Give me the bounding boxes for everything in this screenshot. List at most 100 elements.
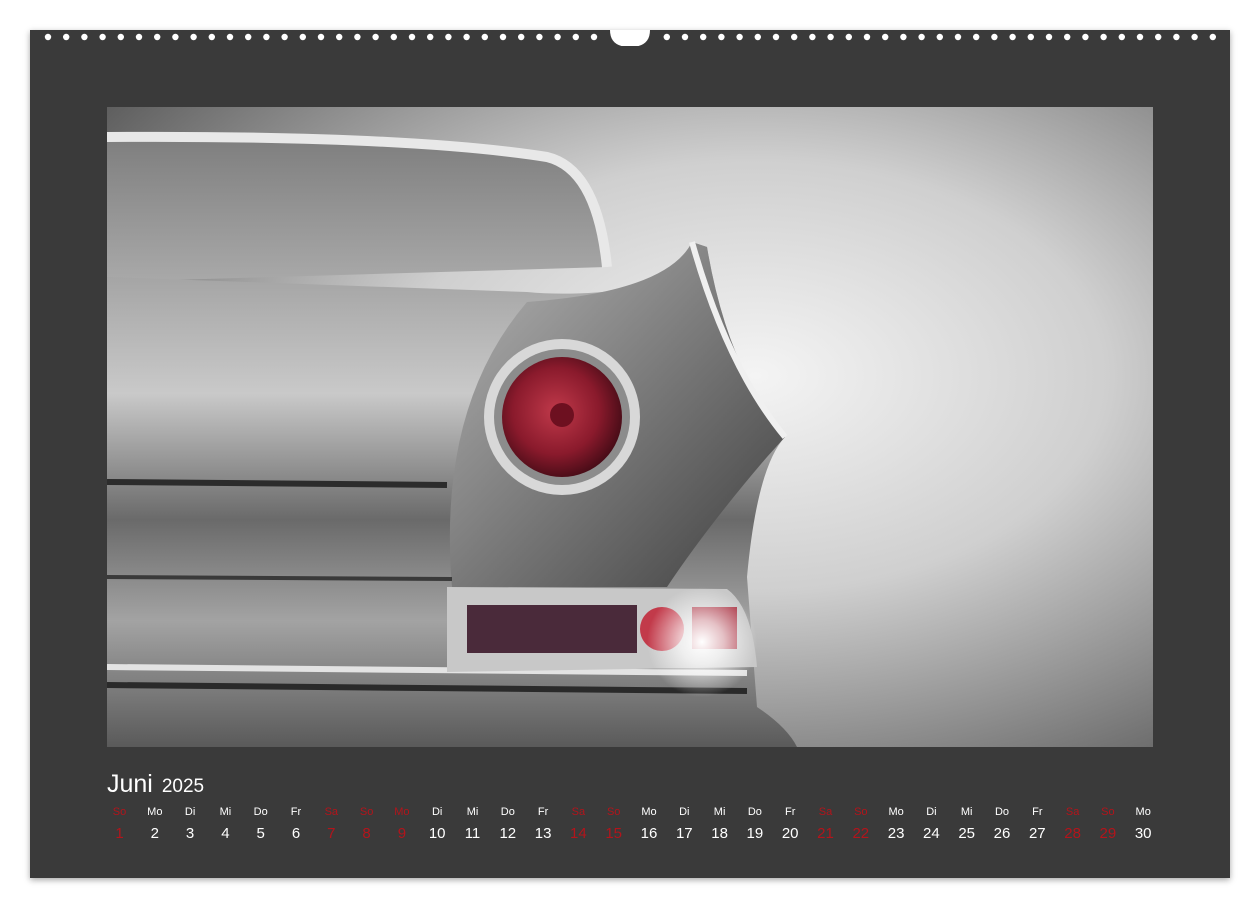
day-number: 21 <box>817 825 834 842</box>
day-cell: Fr 20 <box>773 806 808 842</box>
day-number: 15 <box>605 825 623 842</box>
day-cell: Mo 23 <box>879 806 914 842</box>
binding-hole <box>372 33 379 41</box>
day-cell: Fr 6 <box>279 806 314 842</box>
day-number: 5 <box>256 825 265 842</box>
day-number: 23 <box>887 825 905 842</box>
day-cell: Sa 7 <box>314 806 349 842</box>
binding-hole <box>882 33 889 41</box>
weekday-label: So <box>1101 806 1115 818</box>
weekday-label: Fr <box>784 806 796 818</box>
day-cell: Di 10 <box>420 806 455 842</box>
weekday-label: So <box>359 806 374 818</box>
binding-hole <box>791 33 798 41</box>
day-number: 8 <box>362 825 371 842</box>
wire-binding <box>30 30 1230 46</box>
binding-hole <box>754 33 761 41</box>
weekday-label: Fr <box>290 806 302 818</box>
binding-hole <box>154 33 161 41</box>
weekday-label: Mo <box>394 806 410 818</box>
hanger-notch <box>610 30 650 46</box>
weekday-label: Sa <box>1065 806 1080 818</box>
day-number: 10 <box>428 825 446 842</box>
day-cell: Mo 2 <box>137 806 172 842</box>
day-number: 24 <box>923 825 940 842</box>
day-number: 25 <box>958 825 976 842</box>
day-cell: Mi 18 <box>702 806 737 842</box>
day-cell: So 1 <box>102 806 137 842</box>
month-name: Juni <box>107 770 153 798</box>
day-number: 13 <box>534 825 552 842</box>
binding-hole <box>1045 33 1053 41</box>
day-cell: So 22 <box>843 806 878 842</box>
weekday-label: Mi <box>219 806 232 818</box>
day-number: 27 <box>1028 825 1046 842</box>
weekday-label: So <box>854 806 868 818</box>
weekday-label: Mo <box>147 806 163 818</box>
day-cell: Sa 14 <box>561 806 596 842</box>
weekday-label: Do <box>994 806 1010 818</box>
day-cell: Di 17 <box>667 806 702 842</box>
day-number: 1 <box>115 825 124 842</box>
day-cell: Do 26 <box>985 806 1020 842</box>
day-cell: Do 12 <box>490 806 525 842</box>
binding-hole <box>226 33 234 41</box>
binding-hole <box>481 33 488 41</box>
weekday-label: Mo <box>1135 806 1151 818</box>
weekday-label: Do <box>747 806 762 818</box>
day-strip: So 1 Mo 2 Di 3 Mi 4 Do 5 Fr 6 Sa 7 So 8 Mo 9 Di 10 Mi 11 Do 12 F… <box>102 806 1160 846</box>
day-number: 22 <box>852 825 870 842</box>
binding-hole <box>536 33 543 41</box>
weekday-label: Di <box>679 806 690 818</box>
weekday-label: Mi <box>466 806 479 818</box>
binding-hole <box>663 33 670 41</box>
car-taillight-photo <box>107 107 1153 747</box>
binding-hole <box>590 33 598 41</box>
binding-hole <box>190 33 197 41</box>
binding-hole <box>99 33 106 41</box>
binding-hole <box>736 33 743 41</box>
weekday-label: So <box>606 806 621 818</box>
binding-hole <box>263 33 270 41</box>
day-number: 17 <box>675 825 693 842</box>
binding-hole <box>973 33 980 41</box>
day-cell: Mo 9 <box>384 806 419 842</box>
day-number: 7 <box>327 825 336 842</box>
weekday-label: Mi <box>960 806 973 818</box>
day-cell: Sa 28 <box>1055 806 1090 842</box>
binding-hole <box>991 33 998 41</box>
weekday-label: Mo <box>888 806 904 818</box>
binding-hole <box>445 33 452 41</box>
binding-hole <box>518 33 525 41</box>
day-cell: Mo 16 <box>632 806 667 842</box>
binding-hole <box>408 33 416 41</box>
weekday-label: Fr <box>1032 806 1043 818</box>
day-number: 30 <box>1134 825 1152 842</box>
binding-hole <box>554 33 561 41</box>
binding-hole <box>117 33 125 41</box>
binding-hole <box>44 33 52 41</box>
day-cell: Mi 11 <box>455 806 490 842</box>
day-number: 26 <box>993 825 1011 842</box>
day-cell: Sa 21 <box>808 806 843 842</box>
day-cell: So 8 <box>349 806 384 842</box>
binding-hole <box>1173 33 1180 41</box>
day-number: 18 <box>711 825 728 842</box>
binding-hole <box>1100 33 1107 41</box>
day-cell: Di 3 <box>173 806 208 842</box>
binding-hole <box>572 33 579 41</box>
day-number: 28 <box>1064 825 1081 842</box>
binding-hole <box>700 33 707 41</box>
binding-hole <box>1209 33 1217 41</box>
day-number: 16 <box>640 825 658 842</box>
weekday-label: Di <box>184 806 196 818</box>
binding-hole <box>1191 33 1198 41</box>
binding-hole <box>718 33 725 41</box>
day-number: 14 <box>570 825 587 842</box>
month-title: Juni 2025 <box>107 770 204 801</box>
binding-hole <box>499 33 507 41</box>
binding-hole <box>936 33 943 41</box>
day-cell: Fr 13 <box>526 806 561 842</box>
day-number: 9 <box>397 825 407 842</box>
binding-hole <box>1082 33 1089 41</box>
